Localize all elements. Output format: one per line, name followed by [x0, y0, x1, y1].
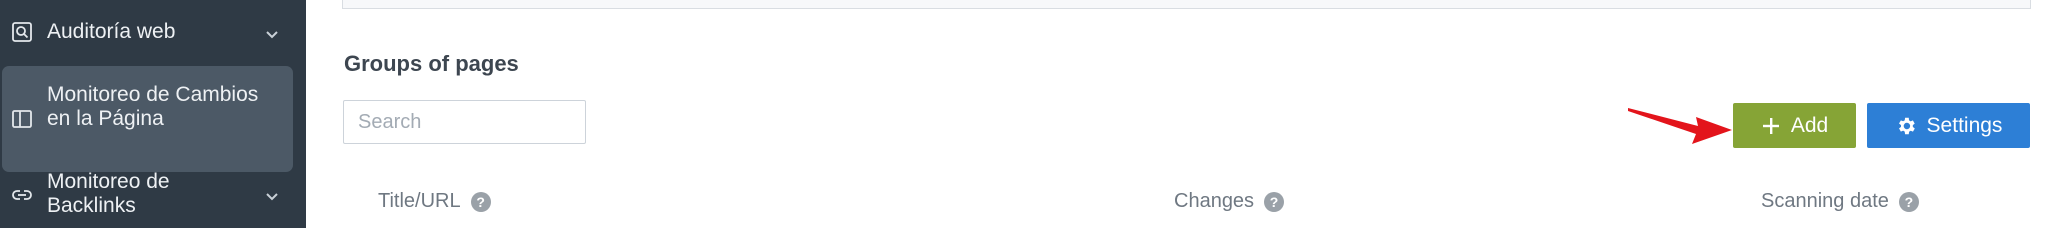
previous-panel [342, 0, 2031, 9]
gear-icon [1898, 117, 1915, 134]
sidebar-item-label-line2: en la Página [47, 107, 164, 130]
column-header-label: Changes [1174, 190, 1255, 212]
section-title: Groups of pages [344, 51, 519, 76]
search-document-icon [10, 20, 34, 44]
sidebar-item-label-line2: Backlinks [47, 194, 136, 217]
column-header-changes[interactable]: Changes ? [1174, 190, 1285, 213]
annotation-arrow-icon [1628, 108, 1732, 144]
column-header-label: Title/URL [378, 190, 461, 212]
column-header-title-url[interactable]: Title/URL ? [378, 190, 491, 213]
chevron-down-icon[interactable] [264, 24, 280, 40]
sidebar: Auditoría web Monitoreo de Cambios en la… [0, 0, 306, 228]
add-button[interactable]: Add [1733, 103, 1856, 148]
sidebar-item-monitoreo-cambios[interactable]: Monitoreo de Cambios en la Página [2, 66, 293, 172]
column-header-label: Scanning date [1761, 190, 1889, 212]
sidebar-item-label-line1: Monitoreo de Cambios [47, 83, 259, 106]
sidebar-item-label-line1: Monitoreo de [47, 170, 170, 193]
column-header-scanning-date[interactable]: Scanning date ? [1761, 190, 1919, 213]
book-icon [10, 107, 34, 131]
settings-button[interactable]: Settings [1867, 103, 2030, 148]
add-button-label: Add [1790, 113, 1829, 137]
plus-icon [1762, 117, 1779, 134]
link-icon [10, 183, 34, 207]
app-root: Auditoría web Monitoreo de Cambios en la… [0, 0, 2052, 228]
search-input[interactable] [343, 100, 586, 144]
question-icon[interactable]: ? [1898, 191, 1919, 212]
sidebar-item-monitoreo-backlinks[interactable]: Monitoreo de Backlinks [0, 166, 306, 222]
settings-button-label: Settings [1926, 113, 2003, 137]
question-icon[interactable]: ? [470, 191, 491, 212]
main-content: Groups of pages Add Settings Title/URL ?… [306, 0, 2052, 228]
chevron-down-icon[interactable] [264, 186, 280, 202]
sidebar-item-auditoria-web[interactable]: Auditoría web [0, 14, 306, 50]
sidebar-item-label: Auditoría web [47, 20, 176, 43]
question-icon[interactable]: ? [1264, 191, 1285, 212]
